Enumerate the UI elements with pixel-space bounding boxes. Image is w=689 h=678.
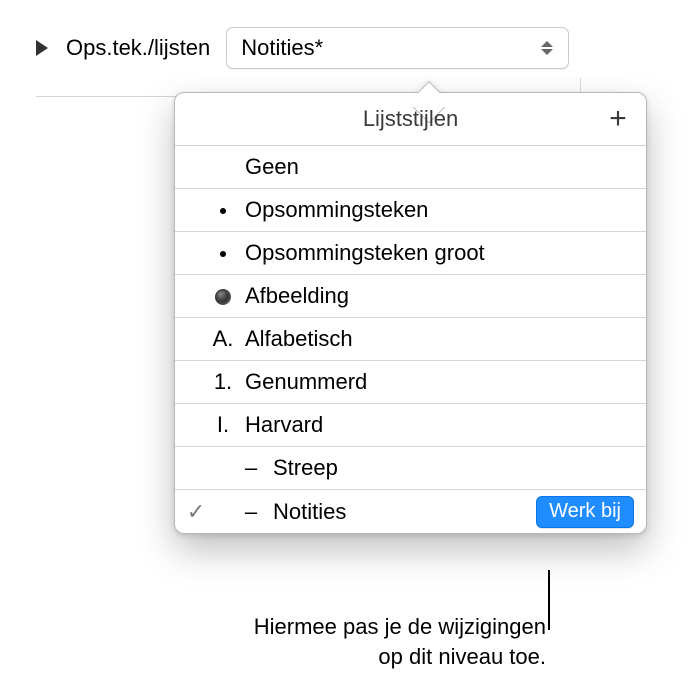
chevrons-icon [540,41,554,55]
list-style-popup-button[interactable]: Notities* [226,27,569,69]
popup-button-value: Notities* [241,35,323,61]
style-list-item[interactable]: A.Alfabetisch [175,318,646,361]
checkmark-icon: ✓ [185,499,207,525]
popover-beak [415,79,443,93]
list-styles-popover: Lijststijlen + Geen Opsommingsteken Opsomm… [174,92,647,534]
list-item-bullet: 1. [205,369,241,395]
list-item-label: Geen [245,154,634,180]
disclosure-triangle[interactable] [36,40,48,56]
callout-text: Hiermee pas je de wijzigingen op dit niv… [150,612,546,672]
list-item-label: Streep [273,455,634,481]
list-item-label: Alfabetisch [245,326,634,352]
callout-leader-line [548,570,550,630]
list-item-label: Harvard [245,412,634,438]
list-item-label: Genummerd [245,369,634,395]
update-style-button[interactable]: Werk bij [536,496,634,528]
list-item-bullet [233,455,269,481]
list-item-label: Opsommingsteken [245,197,634,223]
list-item-label: Afbeelding [245,283,634,309]
style-list-item[interactable]: Opsommingsteken groot [175,232,646,275]
style-list-item[interactable]: I.Harvard [175,404,646,447]
list-item-bullet [205,283,241,309]
style-list-item[interactable]: ✓ NotitiesWerk bij [175,490,646,533]
style-list-item[interactable]: Geen [175,146,646,189]
style-list-item[interactable]: Afbeelding [175,275,646,318]
list-item-label: Notities [273,499,536,525]
style-list-item[interactable]: 1.Genummerd [175,361,646,404]
list-item-label: Opsommingsteken groot [245,240,634,266]
style-list: Geen Opsommingsteken Opsommingsteken groot… [175,146,646,533]
list-item-bullet [205,197,241,223]
list-item-bullet: I. [205,412,241,438]
list-item-bullet [233,499,269,525]
list-item-bullet: A. [205,326,241,352]
style-list-item[interactable]: Opsommingsteken [175,189,646,232]
list-item-bullet [205,240,241,266]
popover-title: Lijststijlen [363,106,458,132]
add-style-button[interactable]: + [602,103,634,135]
section-label: Ops.tek./lijsten [66,35,210,61]
style-list-item[interactable]: Streep [175,447,646,490]
